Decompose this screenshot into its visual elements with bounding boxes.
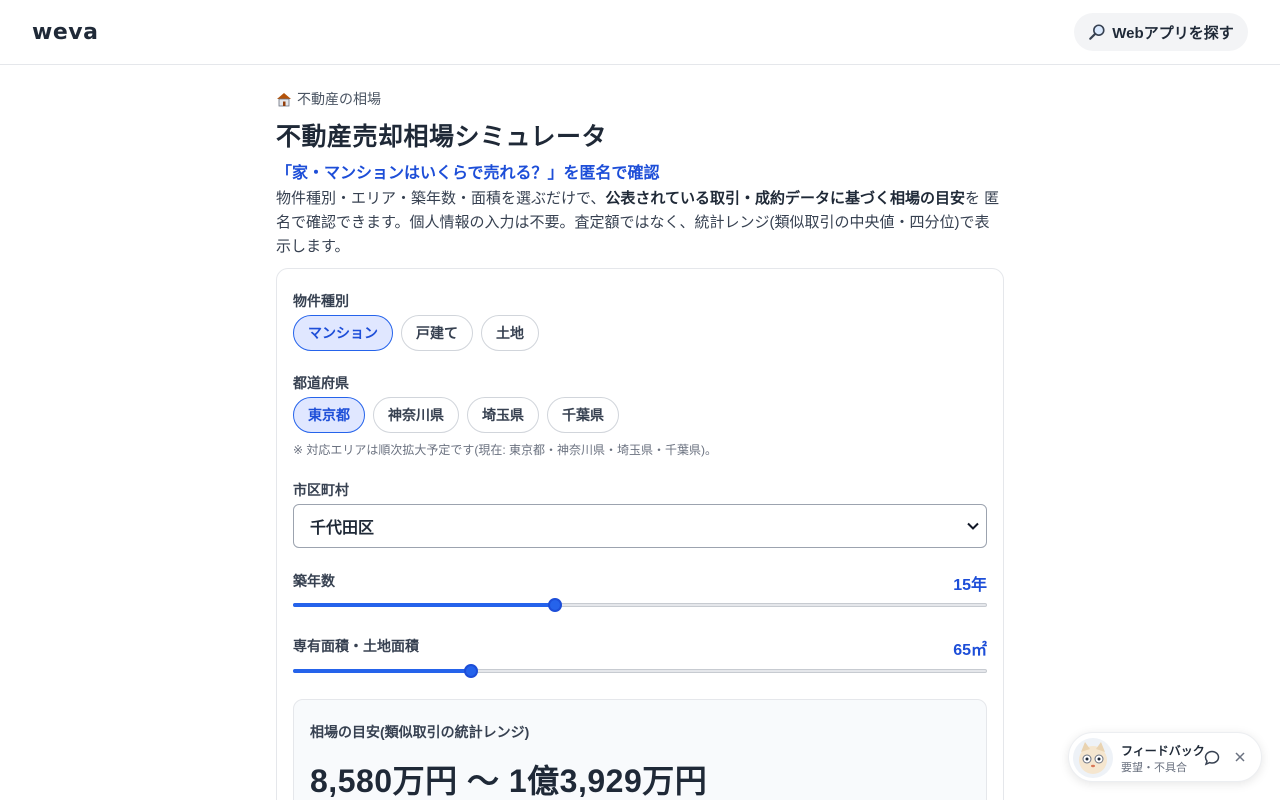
age-value: 15年 xyxy=(953,577,987,594)
area-value: 65㎡ xyxy=(953,642,987,659)
page-subtitle: 「家・マンションはいくらで売れる？」を匿名で確認 xyxy=(276,165,660,182)
page-title: 不動産売却相場シミュレータ xyxy=(276,123,608,151)
result-panel: 相場の目安(類似取引の統計レンジ) 8,580万円 〜 1億3,929万円 xyxy=(293,699,987,800)
result-value: 8,580万円 〜 1億3,929万円 xyxy=(310,763,708,799)
weva-logo[interactable]: weva xyxy=(32,20,98,45)
search-icon xyxy=(1089,24,1105,40)
chip-tokyo[interactable]: 東京都 xyxy=(293,397,365,433)
chip-kanagawa[interactable]: 神奈川県 xyxy=(373,397,459,433)
prefecture-chips: 東京都 神奈川県 埼玉県 千葉県 xyxy=(293,397,619,433)
property-type-label: 物件種別 xyxy=(293,293,349,309)
desc-bold: 公表されている取引・成約データに基づく相場の目安 xyxy=(605,190,965,207)
top-bar: weva Webアプリを探す xyxy=(0,0,1280,65)
breadcrumb-label[interactable]: 不動産の相場 xyxy=(297,89,381,109)
area-slider-thumb[interactable] xyxy=(463,664,478,678)
chevron-down-icon xyxy=(967,522,979,530)
close-icon[interactable] xyxy=(1233,750,1247,764)
age-slider-header: 築年数 15年 xyxy=(293,571,987,595)
age-slider[interactable] xyxy=(293,598,987,612)
area-slider-fill xyxy=(293,669,471,673)
breadcrumb: 不動産の相場 xyxy=(276,89,381,109)
age-label: 築年数 xyxy=(293,573,335,589)
page-description: 物件種別・エリア・築年数・面積を選ぶだけで、公表されている取引・成約データに基づ… xyxy=(276,187,1004,259)
chip-mansion[interactable]: マンション xyxy=(293,315,393,351)
chip-saitama[interactable]: 埼玉県 xyxy=(467,397,539,433)
city-select[interactable]: 千代田区 xyxy=(293,504,987,548)
feedback-title: フィードバック xyxy=(1121,744,1205,758)
find-apps-button[interactable]: Webアプリを探す xyxy=(1074,13,1248,51)
find-apps-label: Webアプリを探す xyxy=(1112,24,1234,42)
age-slider-thumb[interactable] xyxy=(548,598,563,612)
city-select-value: 千代田区 xyxy=(310,520,375,537)
result-label: 相場の目安(類似取引の統計レンジ) xyxy=(310,724,530,740)
chip-chiba[interactable]: 千葉県 xyxy=(547,397,619,433)
age-slider-fill xyxy=(293,603,556,607)
chat-icon[interactable] xyxy=(1203,749,1221,767)
area-slider[interactable] xyxy=(293,664,987,678)
desc-part1: 物件種別・エリア・築年数・面積を選ぶだけで、 xyxy=(276,190,606,207)
chip-house[interactable]: 戸建て xyxy=(401,315,473,351)
property-type-chips: マンション 戸建て 土地 xyxy=(293,315,539,351)
feedback-widget[interactable]: フィードバック 要望・不具合 xyxy=(1068,732,1262,782)
prefecture-label: 都道府県 xyxy=(293,375,349,391)
city-label: 市区町村 xyxy=(293,482,349,498)
area-label: 専有面積・土地面積 xyxy=(293,638,419,654)
area-note: ※ 対応エリアは順次拡大予定です(現在: 東京都・神奈川県・埼玉県・千葉県)。 xyxy=(293,443,718,457)
simulator-card: 物件種別 マンション 戸建て 土地 都道府県 東京都 神奈川県 埼玉県 千葉県 … xyxy=(276,268,1004,800)
feedback-avatar xyxy=(1073,738,1113,778)
area-slider-header: 専有面積・土地面積 65㎡ xyxy=(293,636,987,660)
chip-land[interactable]: 土地 xyxy=(481,315,539,351)
feedback-subtitle: 要望・不具合 xyxy=(1121,762,1187,774)
house-icon xyxy=(277,93,291,107)
